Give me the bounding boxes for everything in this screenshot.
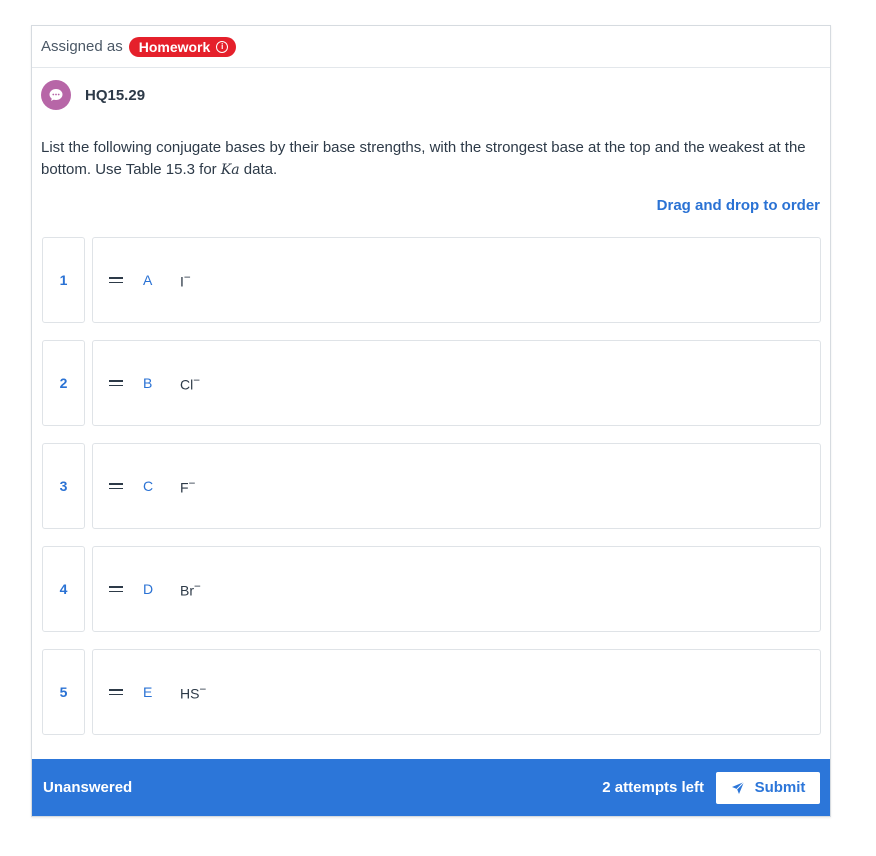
question-header: HQ15.29	[32, 80, 830, 110]
draggable-item[interactable]: B Cl−	[92, 340, 821, 426]
ion-symbol: HS	[180, 685, 200, 702]
attempts-remaining: 2 attempts left	[602, 779, 704, 796]
drag-handle-icon[interactable]	[109, 276, 123, 284]
position-number: 1	[42, 237, 85, 323]
order-row: 1 A I−	[42, 237, 821, 323]
position-number: 4	[42, 546, 85, 632]
drag-handle-icon[interactable]	[109, 379, 123, 387]
prompt-variable: Ka	[220, 162, 240, 178]
order-row: 2 B Cl−	[42, 340, 821, 426]
homework-badge-label: Homework	[138, 38, 211, 55]
item-letter: B	[143, 375, 153, 391]
assignment-bar: Assigned as Homework i	[32, 26, 830, 68]
ion-charge: −	[194, 579, 201, 593]
item-ion: I−	[180, 271, 191, 290]
order-row: 3 C F−	[42, 443, 821, 529]
drag-drop-hint: Drag and drop to order	[656, 197, 820, 214]
item-ion: Br−	[180, 580, 201, 599]
ion-charge: −	[188, 476, 196, 490]
question-prompt: List the following conjugate bases by th…	[41, 137, 821, 181]
item-letter: C	[143, 478, 154, 494]
submit-label: Submit	[754, 779, 806, 796]
status-footer: Unanswered 2 attempts left Submit	[32, 759, 830, 816]
question-id: HQ15.29	[85, 86, 146, 104]
drag-handle-icon[interactable]	[109, 482, 123, 490]
item-ion: HS−	[180, 683, 206, 702]
submit-button[interactable]: Submit	[716, 771, 820, 804]
prompt-text-end: data.	[239, 161, 278, 178]
order-row: 5 E HS−	[42, 649, 821, 735]
ion-charge: −	[199, 682, 207, 696]
item-letter: E	[143, 684, 153, 700]
order-row: 4 D Br−	[42, 546, 821, 632]
question-card: Assigned as Homework i HQ15.29 List the …	[31, 25, 831, 817]
prompt-text-start: List the following conjugate bases by th…	[41, 139, 806, 178]
ion-symbol: Cl	[180, 376, 194, 393]
draggable-item[interactable]: D Br−	[92, 546, 821, 632]
position-number: 2	[42, 340, 85, 426]
info-icon[interactable]: i	[216, 40, 229, 53]
draggable-item[interactable]: E HS−	[92, 649, 821, 735]
drag-handle-icon[interactable]	[109, 688, 123, 696]
drag-handle-icon[interactable]	[109, 585, 123, 593]
item-ion: Cl−	[180, 374, 200, 393]
ion-charge: −	[193, 373, 201, 387]
paper-plane-icon	[731, 781, 744, 794]
item-letter: A	[143, 272, 153, 288]
item-letter: D	[143, 581, 154, 597]
homework-badge[interactable]: Homework i	[128, 36, 237, 57]
ion-charge: −	[183, 270, 191, 284]
ion-symbol: Br	[180, 582, 194, 599]
item-ion: F−	[180, 477, 195, 496]
position-number: 3	[42, 443, 85, 529]
answer-status: Unanswered	[43, 779, 133, 796]
ion-symbol: F	[180, 479, 189, 496]
position-number: 5	[42, 649, 85, 735]
draggable-item[interactable]: A I−	[92, 237, 821, 323]
assigned-label: Assigned as	[41, 38, 123, 55]
chat-bubble-icon	[41, 80, 71, 110]
draggable-item[interactable]: C F−	[92, 443, 821, 529]
